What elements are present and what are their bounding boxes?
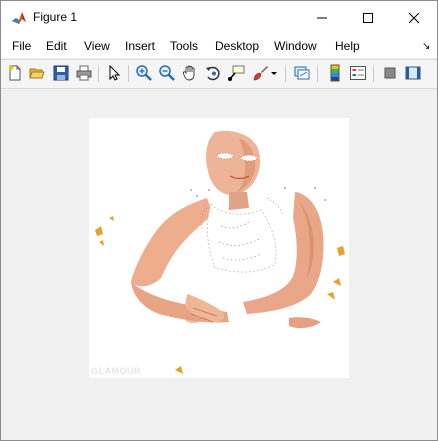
brush-dropdown-button[interactable] [269, 64, 279, 82]
close-icon [409, 12, 419, 23]
new-figure-icon [8, 65, 21, 81]
minimize-button[interactable] [299, 1, 345, 34]
link-plot-button[interactable] [293, 64, 311, 82]
menu-insert[interactable]: Insert [125, 39, 155, 53]
open-file-icon [29, 68, 45, 79]
rotate-3d-button[interactable] [204, 64, 222, 82]
maximize-button[interactable] [345, 1, 391, 34]
minimize-icon [317, 17, 327, 18]
show-plot-tools-button[interactable] [404, 64, 422, 82]
figure-canvas: GLAMOUR [1, 89, 437, 440]
print-button[interactable] [75, 64, 93, 82]
save-icon [53, 65, 69, 81]
edit-plot-button[interactable] [105, 64, 123, 82]
zoom-out-icon [159, 65, 175, 81]
legend-button[interactable] [349, 64, 367, 82]
menu-edit[interactable]: Edit [46, 39, 67, 53]
window-title: Figure 1 [33, 10, 78, 24]
rotate-3d-icon [206, 66, 220, 81]
menu-desktop[interactable]: Desktop [215, 39, 259, 53]
brush-icon [253, 66, 268, 81]
show-plot-tools-icon [405, 66, 421, 80]
toolbar-separator [285, 65, 286, 82]
image-watermark: GLAMOUR [91, 366, 141, 376]
pan-icon [183, 65, 195, 81]
figure-toolbar [1, 59, 437, 89]
hide-plot-tools-button[interactable] [381, 64, 399, 82]
toolbar-separator [317, 65, 318, 82]
menu-view[interactable]: View [84, 39, 110, 53]
brush-button[interactable] [251, 64, 269, 82]
colorbar-icon [330, 64, 340, 82]
maximize-icon [363, 12, 373, 23]
legend-icon [350, 66, 366, 80]
dock-arrow-icon[interactable]: ↘ [422, 41, 430, 52]
dropdown-arrow-icon [271, 72, 277, 75]
displayed-image: GLAMOUR [89, 118, 349, 378]
close-button[interactable] [391, 1, 437, 34]
new-figure-button[interactable] [6, 64, 24, 82]
link-plot-icon [294, 66, 310, 80]
matlab-logo-icon [11, 10, 27, 26]
toolbar-separator [128, 65, 129, 82]
data-cursor-icon [228, 65, 245, 81]
toolbar-separator [98, 65, 99, 82]
open-file-button[interactable] [28, 64, 46, 82]
save-button[interactable] [52, 64, 70, 82]
pan-button[interactable] [181, 64, 199, 82]
menu-help[interactable]: Help [335, 39, 360, 53]
menu-file[interactable]: File [12, 39, 31, 53]
pointer-icon [109, 64, 121, 81]
colorbar-button[interactable] [326, 64, 344, 82]
menu-window[interactable]: Window [274, 39, 317, 53]
toolbar-separator [373, 65, 374, 82]
menu-tools[interactable]: Tools [170, 39, 198, 53]
zoom-out-button[interactable] [158, 64, 176, 82]
title-bar: Figure 1 [1, 1, 437, 34]
photo-of-person-icon [95, 130, 345, 374]
data-cursor-button[interactable] [227, 64, 245, 82]
figure-window: Figure 1 File Edit View Insert Tools Des… [0, 0, 438, 441]
zoom-in-button[interactable] [135, 64, 153, 82]
menu-bar: File Edit View Insert Tools Desktop Wind… [1, 34, 437, 58]
hide-plot-tools-icon [384, 67, 396, 79]
print-icon [76, 65, 92, 81]
zoom-in-icon [136, 65, 152, 81]
